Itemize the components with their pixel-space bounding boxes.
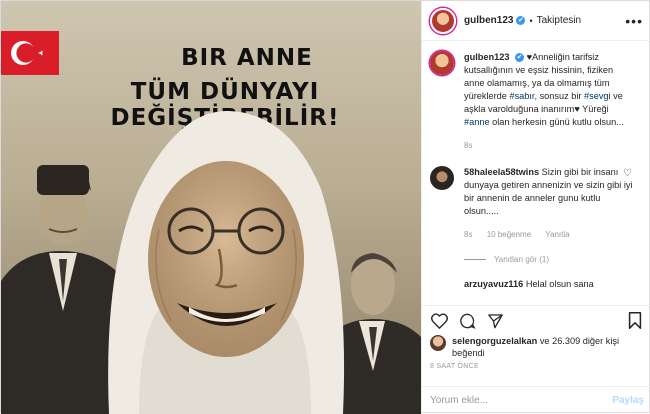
caption-avatar[interactable] xyxy=(430,51,454,75)
share-send-icon[interactable] xyxy=(486,312,504,330)
commenter-username[interactable]: arzuyavuz116 xyxy=(464,279,523,289)
hashtag-link[interactable]: #sevgi xyxy=(584,91,611,101)
comment-age: 8s xyxy=(464,230,473,239)
commenter-username[interactable]: 58haleela58twins xyxy=(464,167,539,177)
instagram-post: BIR ANNE TÜM DÜNYAYI DEĞİŞTİREBİLİR! xyxy=(0,0,650,414)
verified-badge-icon: ✔ xyxy=(516,16,526,25)
comment-like-heart-icon[interactable]: ♡ xyxy=(623,168,632,179)
author-username[interactable]: gulben123 xyxy=(464,15,513,26)
view-replies-button[interactable]: Yanıtları gör (1) xyxy=(464,255,644,264)
comment-row: 58haleela58twins Sizin gibi bir insanı d… xyxy=(430,166,644,241)
post-details-panel: gulben123 ✔ • Takiptesin ••• gulben123 ✔… xyxy=(421,1,650,414)
caption-text: gulben123 ✔ ♥Anneliğin tarifsiz kutsallı… xyxy=(464,51,634,152)
comment-row: arzuyavuz116 Helal olsun sana xyxy=(430,278,644,291)
author-avatar[interactable] xyxy=(430,7,456,34)
mother-portrait xyxy=(108,110,345,414)
action-bar xyxy=(422,305,650,335)
caption-part: , sonsuz bir xyxy=(534,91,585,101)
post-header: gulben123 ✔ • Takiptesin ••• xyxy=(422,1,650,41)
likes-summary[interactable]: selengorguzelalkan ve 26.309 diğer kişi … xyxy=(430,335,646,359)
follow-status-button[interactable]: Takiptesin xyxy=(537,15,581,26)
caption-row: gulben123 ✔ ♥Anneliğin tarifsiz kutsallı… xyxy=(430,51,644,152)
caption-meta: 8s xyxy=(464,139,634,152)
caption-part: olan herkesin günü kutlu olsun... xyxy=(489,117,624,127)
comment-text: 58haleela58twins Sizin gibi bir insanı d… xyxy=(464,166,634,241)
comment-body: Helal olsun sana xyxy=(525,279,594,289)
header-separator: • xyxy=(529,15,533,26)
add-comment-bar: Paylaş xyxy=(422,386,650,414)
poster-title-line1: BIR ANNE xyxy=(181,45,313,71)
liker-avatar[interactable] xyxy=(430,335,446,351)
likes-text: selengorguzelalkan ve 26.309 diğer kişi … xyxy=(452,335,646,359)
commenter-avatar[interactable] xyxy=(430,166,454,190)
liker-username[interactable]: selengorguzelalkan xyxy=(452,336,537,346)
like-heart-icon[interactable] xyxy=(430,312,448,330)
comment-text: arzuyavuz116 Helal olsun sana xyxy=(464,278,634,291)
view-replies-label: Yanıtları gör (1) xyxy=(494,255,549,264)
hashtag-link[interactable]: #sabır xyxy=(509,91,534,101)
post-timestamp: 8 SAAT ÖNCE xyxy=(430,363,479,370)
caption-username[interactable]: gulben123 xyxy=(464,52,509,62)
comment-input[interactable] xyxy=(430,395,580,406)
comment-bubble-icon[interactable] xyxy=(458,312,476,330)
post-comment-button[interactable]: Paylaş xyxy=(612,395,644,406)
comments-list[interactable]: gulben123 ✔ ♥Anneliğin tarifsiz kutsallı… xyxy=(422,41,650,305)
bookmark-save-icon[interactable] xyxy=(626,312,644,330)
verified-badge-icon: ✔ xyxy=(515,53,525,63)
caption-age: 8s xyxy=(464,141,473,150)
reply-button[interactable]: Yanıtla xyxy=(545,230,569,239)
ellipsis-icon[interactable]: ••• xyxy=(625,13,643,29)
comment-likes[interactable]: 10 beğenme xyxy=(487,230,531,239)
comment-meta: 8s 10 beğenme Yanıtla xyxy=(464,228,634,241)
hashtag-link[interactable]: #anne xyxy=(464,117,490,127)
post-image[interactable]: BIR ANNE TÜM DÜNYAYI DEĞİŞTİREBİLİR! xyxy=(1,1,421,414)
replies-divider xyxy=(464,259,486,260)
